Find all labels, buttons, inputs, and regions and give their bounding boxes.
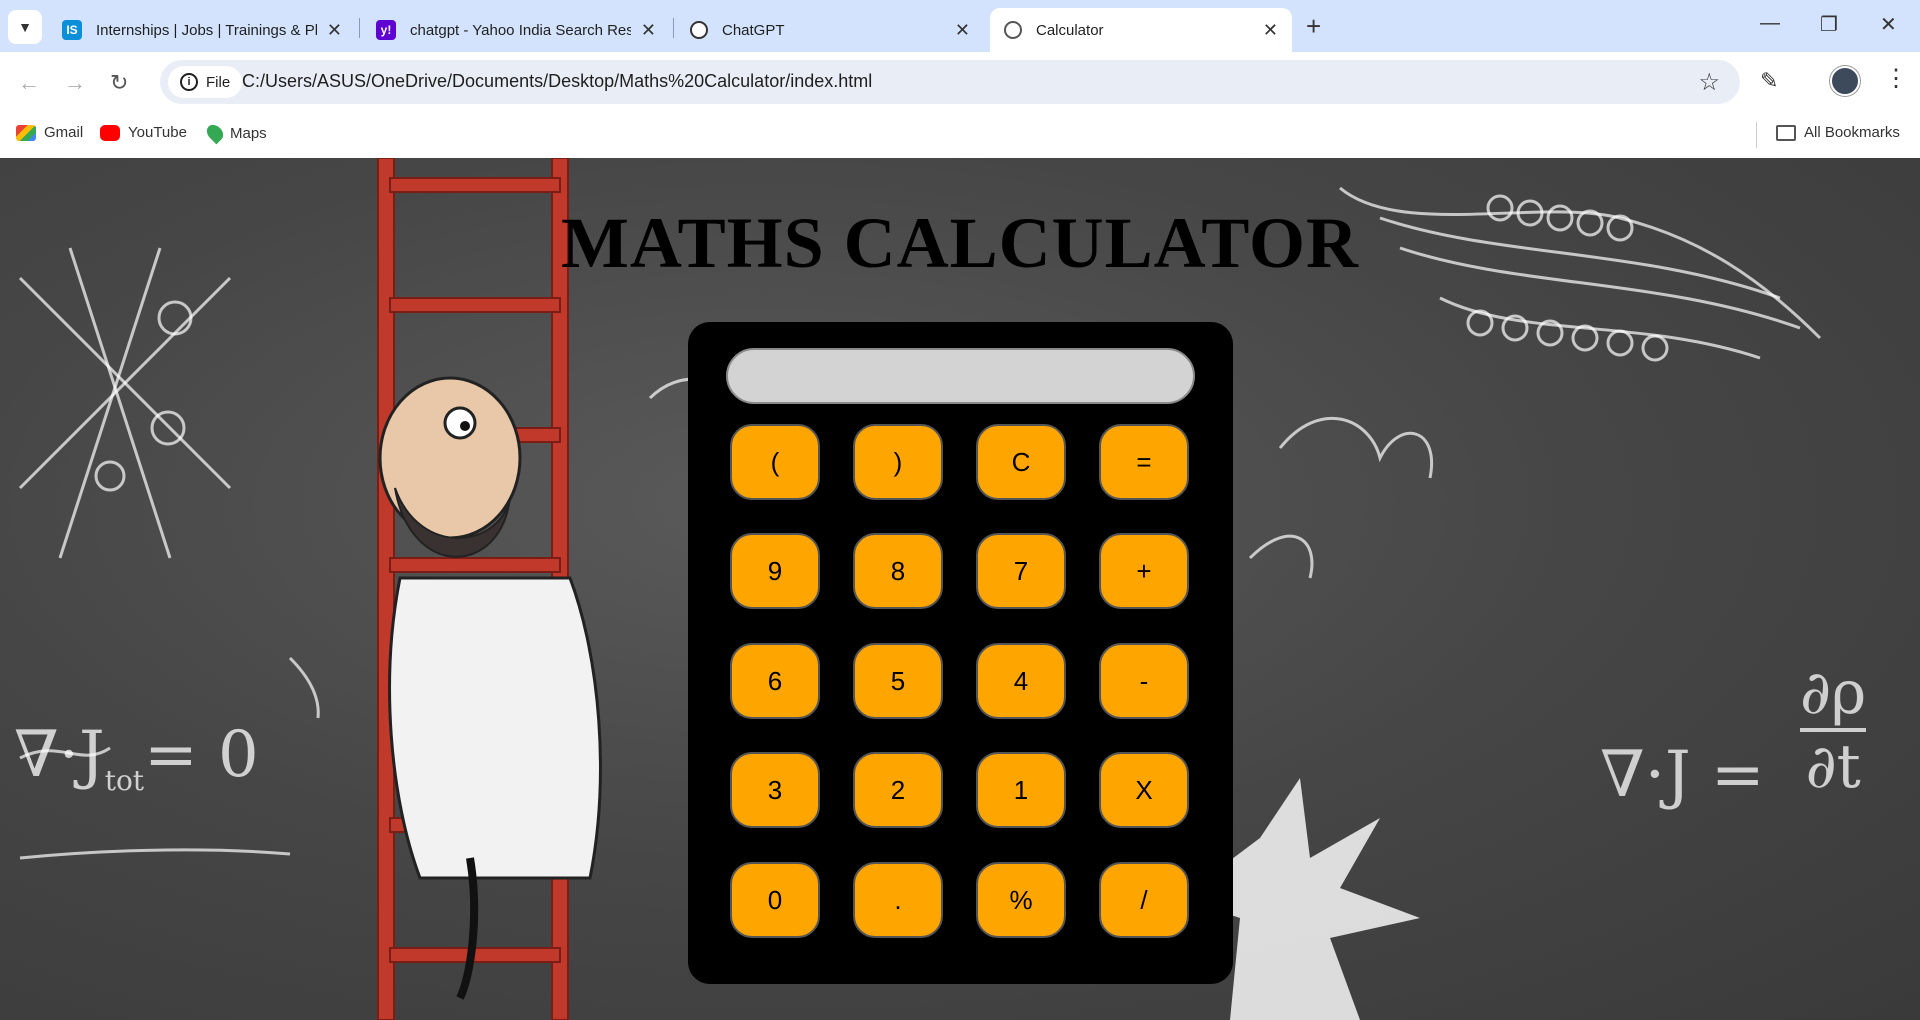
chevron-down-icon: ▼ <box>18 19 32 35</box>
key-5[interactable]: 5 <box>853 643 943 719</box>
key-minus[interactable]: - <box>1099 643 1189 719</box>
bookmark-gmail[interactable]: Gmail <box>16 124 83 141</box>
key-6[interactable]: 6 <box>730 643 820 719</box>
site-info-chip[interactable]: i File <box>168 66 243 98</box>
bookmark-star-icon[interactable]: ☆ <box>1698 68 1720 97</box>
bookmarks-bar: Gmail YouTube Maps All Bookmarks <box>0 112 1920 158</box>
key-multiply[interactable]: X <box>1099 752 1189 828</box>
chalk-fraction-bottom: ∂t <box>1800 728 1867 802</box>
key-percent[interactable]: % <box>976 862 1066 938</box>
restore-button[interactable]: ❐ <box>1820 12 1838 37</box>
tab-strip: ▼ IS Internships | Jobs | Trainings & Pl… <box>0 0 1920 52</box>
back-button[interactable]: ← <box>18 70 40 96</box>
chalk-formula-rhs: = 0 <box>144 718 259 792</box>
chalk-formula-left: ∇·Jtot= 0 <box>14 718 259 797</box>
close-icon[interactable]: ✕ <box>641 20 656 41</box>
close-window-button[interactable]: ✕ <box>1880 12 1897 37</box>
bookmarks-divider <box>1756 122 1757 148</box>
chalk-formula-right-lhs: ∇·J = <box>1600 738 1765 812</box>
browser-toolbar: ← → ↻ i File C:/Users/ASUS/OneDrive/Docu… <box>0 52 1920 112</box>
tab-separator <box>359 18 360 38</box>
key-8[interactable]: 8 <box>853 533 943 609</box>
forward-button[interactable]: → <box>64 70 86 96</box>
chalk-formula-right: ∇·J = <box>1600 738 1765 812</box>
scheme-label: File <box>206 73 231 91</box>
youtube-icon <box>100 124 120 141</box>
chalk-fraction: ∂ρ ∂t <box>1800 658 1867 802</box>
key-7[interactable]: 7 <box>976 533 1066 609</box>
bookmark-maps[interactable]: Maps <box>203 121 267 145</box>
chatgpt-icon <box>690 21 708 39</box>
page-title: MATHS CALCULATOR <box>560 203 1360 283</box>
key-3[interactable]: 3 <box>730 752 820 828</box>
info-icon: i <box>180 73 198 91</box>
chalk-formula-sub: tot <box>104 764 145 797</box>
arrow-right-icon: → <box>64 70 86 95</box>
tab-title: ChatGPT <box>722 21 785 39</box>
tab-search-button[interactable]: ▼ <box>8 10 42 44</box>
tab-title: chatgpt - Yahoo India Search Resu <box>410 21 631 39</box>
key-2[interactable]: 2 <box>853 752 943 828</box>
bookmark-label: YouTube <box>128 124 187 141</box>
tab-separator <box>673 18 674 38</box>
key-decimal[interactable]: . <box>853 862 943 938</box>
key-equals[interactable]: = <box>1099 424 1189 500</box>
tab-internshala[interactable]: IS Internships | Jobs | Trainings & Pla … <box>48 8 356 52</box>
close-icon: ✕ <box>1880 14 1897 36</box>
key-plus[interactable]: + <box>1099 533 1189 609</box>
extensions-icon[interactable]: ✎ <box>1760 68 1778 94</box>
close-icon[interactable]: ✕ <box>955 20 970 41</box>
key-1[interactable]: 1 <box>976 752 1066 828</box>
key-open-paren[interactable]: ( <box>730 424 820 500</box>
chalk-formula-main: ∇·J <box>14 718 105 792</box>
calculator-display[interactable] <box>726 348 1195 404</box>
arrow-left-icon: ← <box>18 70 40 95</box>
all-bookmarks-button[interactable]: All Bookmarks <box>1776 124 1900 141</box>
new-tab-button[interactable]: + <box>1306 12 1321 40</box>
plus-icon: + <box>1306 11 1322 41</box>
chalk-fraction-top: ∂ρ <box>1800 658 1867 728</box>
bookmark-label: Maps <box>230 124 267 142</box>
minimize-button[interactable]: — <box>1760 12 1780 35</box>
page-viewport: ∇·Jtot= 0 ∇·J = ∂ρ ∂t MATHS CALCULATOR (… <box>0 158 1920 1020</box>
close-icon[interactable]: ✕ <box>1263 20 1278 41</box>
internshala-icon: IS <box>62 20 82 40</box>
reload-icon: ↻ <box>110 70 129 95</box>
profile-avatar[interactable] <box>1830 66 1860 96</box>
folder-icon <box>1776 124 1796 141</box>
tab-title: Calculator <box>1036 21 1104 39</box>
bookmark-label: Gmail <box>44 124 84 141</box>
maps-icon <box>203 121 227 145</box>
menu-kebab-icon[interactable]: ⋮ <box>1884 64 1908 93</box>
bookmark-label: All Bookmarks <box>1804 124 1900 141</box>
key-9[interactable]: 9 <box>730 533 820 609</box>
key-0[interactable]: 0 <box>730 862 820 938</box>
restore-icon: ❐ <box>1820 14 1838 36</box>
minimize-icon: — <box>1760 12 1780 34</box>
tab-calculator[interactable]: Calculator ✕ <box>990 8 1292 52</box>
tab-title: Internships | Jobs | Trainings & Pla <box>96 21 317 39</box>
calculator: ( ) C = 9 8 7 + 6 5 4 - 3 2 1 X 0 . % / <box>688 322 1233 984</box>
gmail-icon <box>16 124 36 141</box>
key-close-paren[interactable]: ) <box>853 424 943 500</box>
yahoo-icon: y! <box>376 20 396 40</box>
globe-icon <box>1004 21 1022 39</box>
bookmark-youtube[interactable]: YouTube <box>100 124 187 141</box>
key-clear[interactable]: C <box>976 424 1066 500</box>
close-icon[interactable]: ✕ <box>327 20 342 41</box>
tab-yahoo[interactable]: y! chatgpt - Yahoo India Search Resu ✕ <box>362 8 670 52</box>
key-divide[interactable]: / <box>1099 862 1189 938</box>
reload-button[interactable]: ↻ <box>110 70 128 96</box>
url-text[interactable]: C:/Users/ASUS/OneDrive/Documents/Desktop… <box>242 71 872 92</box>
key-4[interactable]: 4 <box>976 643 1066 719</box>
tab-chatgpt[interactable]: ChatGPT ✕ <box>676 8 984 52</box>
address-bar[interactable]: i File C:/Users/ASUS/OneDrive/Documents/… <box>160 60 1740 104</box>
